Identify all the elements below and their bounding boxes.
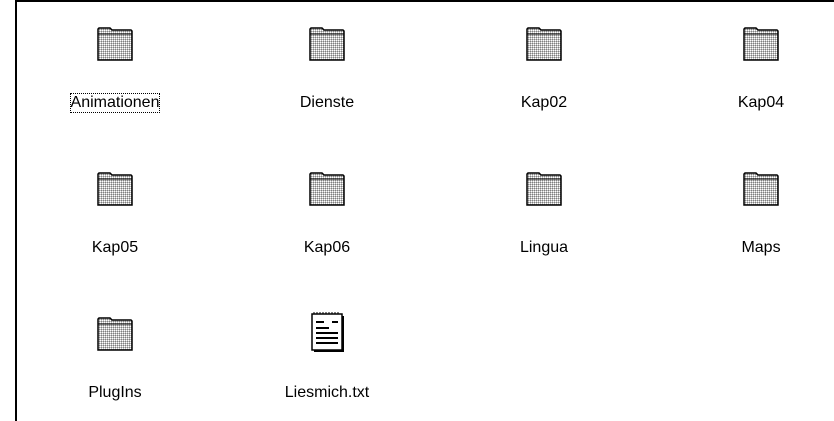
folder-item-dienste[interactable]: Dienste xyxy=(262,2,392,111)
folder-item-kap02[interactable]: Kap02 xyxy=(479,2,609,111)
file-name-label: Animationen xyxy=(69,93,161,113)
file-name-label: Kap05 xyxy=(91,239,139,256)
folder-icon xyxy=(742,165,780,207)
folder-icon xyxy=(525,20,563,62)
file-item-liesmich-txt[interactable]: Liesmich.txt xyxy=(262,292,392,401)
folder-icon xyxy=(308,20,346,62)
folder-item-kap06[interactable]: Kap06 xyxy=(262,147,392,256)
file-name-label: Dienste xyxy=(299,94,355,111)
folder-item-lingua[interactable]: Lingua xyxy=(479,147,609,256)
icon-grid: Animationen Dienste Kap02 Kap04 Kap05 Ka… xyxy=(17,2,834,421)
file-name-label: Liesmich.txt xyxy=(284,384,370,401)
file-name-label: Kap02 xyxy=(520,94,568,111)
file-name-label: PlugIns xyxy=(88,384,142,401)
folder-item-maps[interactable]: Maps xyxy=(696,147,826,256)
text-document-icon xyxy=(308,310,346,352)
folder-icon xyxy=(96,20,134,62)
folder-item-kap05[interactable]: Kap05 xyxy=(50,147,180,256)
folder-item-kap04[interactable]: Kap04 xyxy=(696,2,826,111)
file-name-label: Lingua xyxy=(519,239,569,256)
folder-item-animationen[interactable]: Animationen xyxy=(50,2,180,113)
folder-icon xyxy=(96,165,134,207)
file-list-pane: Animationen Dienste Kap02 Kap04 Kap05 Ka… xyxy=(0,0,834,421)
folder-icon xyxy=(96,310,134,352)
file-name-label: Kap06 xyxy=(303,239,351,256)
folder-icon xyxy=(742,20,780,62)
folder-icon xyxy=(525,165,563,207)
file-name-label: Kap04 xyxy=(737,94,785,111)
file-name-label: Maps xyxy=(741,239,781,256)
folder-item-plugins[interactable]: PlugIns xyxy=(50,292,180,401)
folder-icon xyxy=(308,165,346,207)
